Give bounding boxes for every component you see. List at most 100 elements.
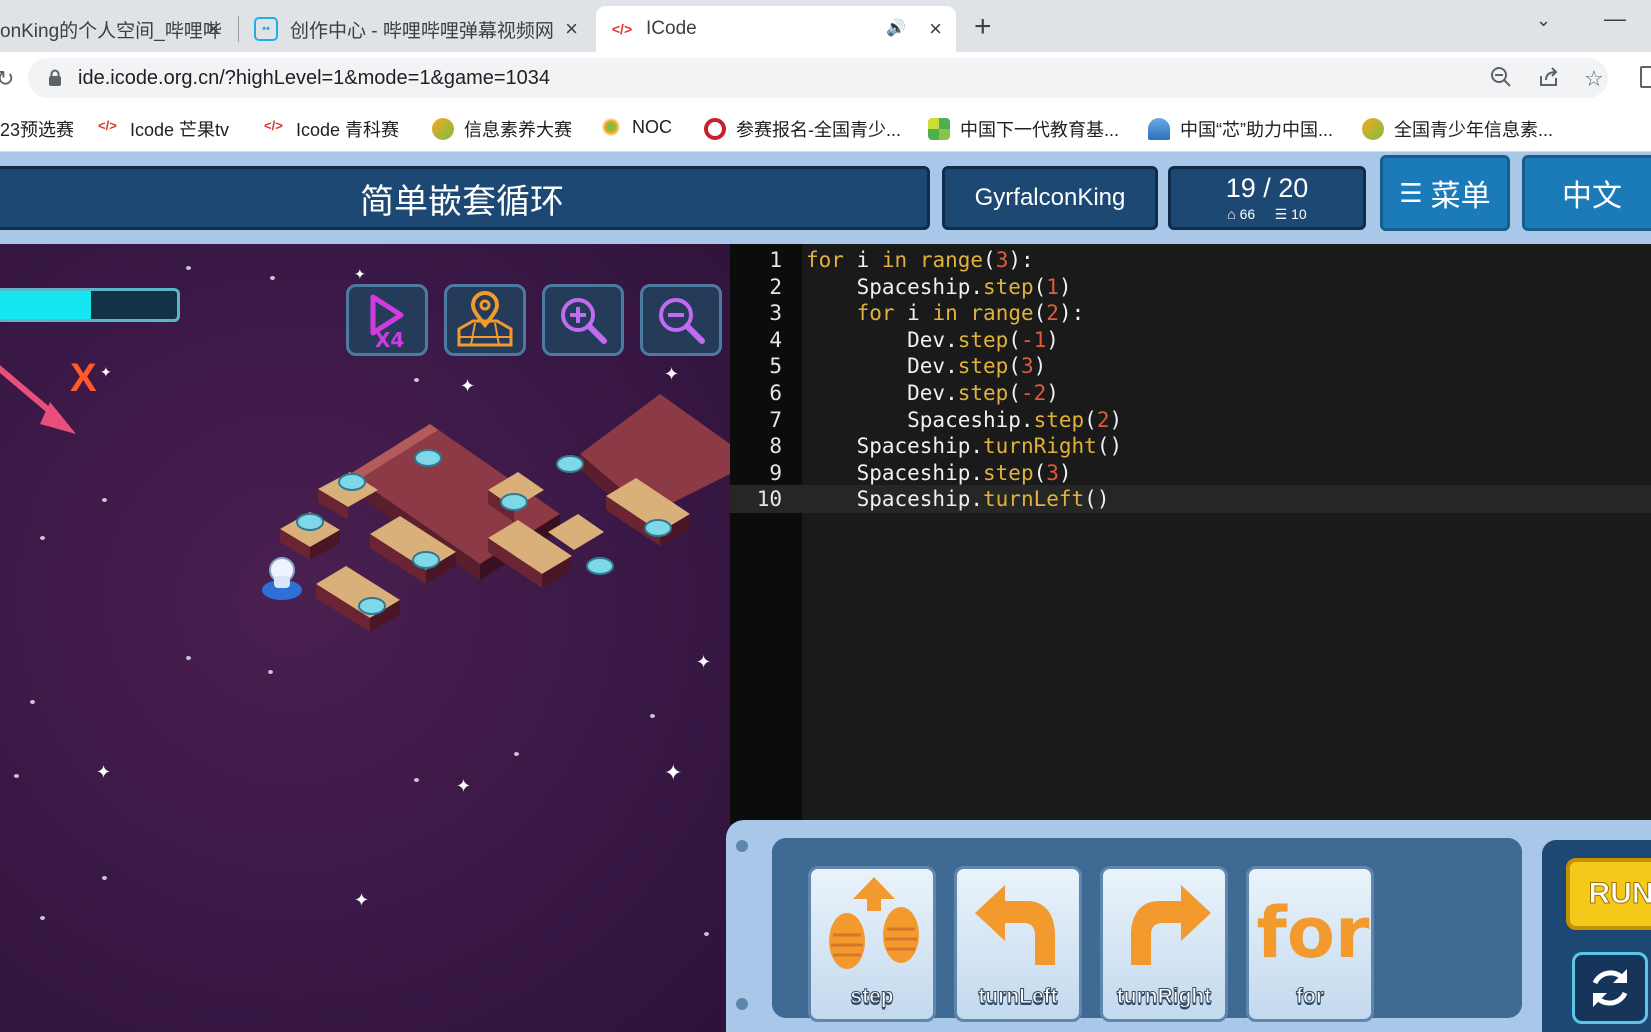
code-line[interactable]: 9 Spaceship.step(3)	[730, 459, 1651, 487]
line-number: 6	[769, 381, 782, 405]
code-text[interactable]: Spaceship.step(1)	[806, 273, 1072, 301]
lock-icon	[49, 69, 61, 86]
star-dot	[514, 752, 519, 756]
code-text[interactable]: Spaceship.step(2)	[806, 406, 1122, 434]
line-number: 8	[769, 434, 782, 459]
code-text[interactable]: Spaceship.turnRight()	[806, 432, 1123, 460]
level-progress-panel[interactable]: 19 / 20 ⌂ 66 ☰ 10	[1168, 166, 1366, 230]
line-number: 1	[769, 248, 782, 272]
turn-right-icon	[1131, 885, 1211, 965]
run-controls: RUN	[1542, 840, 1651, 1032]
star: ✦	[354, 890, 370, 910]
bookmark-label: 信息素养大赛	[464, 120, 572, 140]
code-line[interactable]: 8 Spaceship.turnRight()	[730, 432, 1651, 460]
target-x-marker: X	[70, 356, 97, 400]
bookmark-item[interactable]: NOC	[600, 116, 672, 138]
close-icon[interactable]: ×	[207, 16, 220, 42]
code-line[interactable]: 4 Dev.step(-1)	[730, 326, 1651, 354]
bookmark-label: 中国“芯”助力中国...	[1180, 120, 1333, 140]
line-number: 9	[769, 460, 782, 485]
bookmark-item[interactable]: 23预选赛	[0, 116, 74, 142]
code-line[interactable]: 1 for i in range(3):	[730, 246, 1651, 274]
url-text[interactable]: ide.icode.org.cn/?highLevel=1&mode=1&gam…	[78, 67, 550, 90]
code-line[interactable]: 2 Spaceship.step(1)	[730, 273, 1651, 301]
code-text[interactable]: Dev.step(3)	[806, 352, 1046, 380]
code-line[interactable]: 6 Dev.step(-2)	[730, 379, 1651, 407]
browser-tab-space[interactable]: onKing的个人空间_哔哩哔 ×	[0, 6, 234, 52]
star-dot	[40, 536, 45, 540]
star: ✦	[354, 266, 366, 282]
code-editor[interactable]: 1 for i in range(3): 2 Spaceship.step(1) 3 …	[730, 244, 1651, 824]
level-progress: 19 / 20	[1225, 173, 1309, 203]
lines-stat-icon: ☰	[1274, 206, 1288, 222]
code-text[interactable]: Spaceship.turnLeft()	[806, 485, 1110, 513]
user-panel[interactable]: GyrfalconKing	[942, 166, 1158, 230]
code-line[interactable]: 3 for i in range(2):	[730, 299, 1651, 327]
bookmark-star-icon[interactable]: ☆	[1584, 66, 1604, 92]
reload-icon[interactable]: ↻	[0, 66, 14, 92]
bookmark-item[interactable]: </> Icode 芒果tv	[98, 116, 229, 142]
tab-title: onKing的个人空间_哔哩哔	[0, 20, 222, 42]
star-dot	[102, 876, 107, 880]
omnibox[interactable]: ide.icode.org.cn/?highLevel=1&mode=1&gam…	[28, 58, 1608, 98]
game-header: 简单嵌套循环 GyrfalconKing 19 / 20 ⌂ 66 ☰ 10 ☰…	[0, 152, 1651, 244]
bookmark-item[interactable]: 参赛报名-全国青少...	[704, 116, 901, 142]
game-canvas[interactable]: ✦ ✦ ✦ ✦ ✦ ✦ ✦ ✦ ✦ X4 X	[0, 244, 730, 1032]
close-icon[interactable]: ×	[565, 16, 578, 42]
bookmark-item[interactable]: 全国青少年信息素...	[1362, 116, 1553, 142]
list-icon: ☰	[1399, 177, 1423, 208]
code-text[interactable]: Dev.step(-1)	[806, 326, 1059, 354]
minimize-icon[interactable]: —	[1604, 6, 1626, 32]
zoom-in-button[interactable]	[542, 284, 624, 356]
grid-logo-icon	[928, 118, 950, 140]
code-text[interactable]: for i in range(3):	[806, 246, 1034, 274]
level-title: 简单嵌套循环	[360, 181, 564, 222]
menu-label: 菜单	[1430, 179, 1491, 214]
browser-tab-creator[interactable]: •• 创作中心 - 哔哩哔哩弹幕视频网 ×	[240, 6, 592, 52]
line-number: 7	[769, 407, 782, 432]
zoom-icon[interactable]	[1490, 66, 1512, 94]
close-icon[interactable]: ×	[929, 16, 942, 42]
reset-button[interactable]	[1572, 952, 1648, 1024]
star: ✦	[456, 776, 472, 796]
star-dot	[14, 774, 19, 778]
block-for[interactable]: for for	[1246, 866, 1374, 1022]
block-turn-right[interactable]: turnRight	[1100, 866, 1228, 1022]
run-button[interactable]: RUN	[1566, 858, 1651, 930]
code-line[interactable]: 7 Spaceship.step(2)	[730, 406, 1651, 434]
code-line[interactable]: 5 Dev.step(3)	[730, 352, 1651, 380]
energy-stat-icon: ⌂	[1227, 206, 1236, 222]
share-icon[interactable]	[1538, 66, 1560, 94]
icode-logo-icon: </>	[611, 21, 633, 37]
tab-title: 创作中心 - 哔哩哔哩弹幕视频网	[290, 20, 554, 42]
lines-stat: 10	[1291, 206, 1307, 222]
code-text[interactable]: Dev.step(-2)	[806, 379, 1059, 407]
block-turn-left[interactable]: turnLeft	[954, 866, 1082, 1022]
bookmark-item[interactable]: 信息素养大赛	[432, 116, 572, 142]
bookmark-label: 全国青少年信息素...	[1394, 120, 1554, 140]
svg-text:X4: X4	[375, 328, 404, 349]
menu-button[interactable]: ☰ 菜单	[1380, 155, 1510, 231]
browser-tab-icode[interactable]: </> ICode 🔊 ×	[596, 6, 956, 52]
zoom-out-button[interactable]	[640, 284, 722, 356]
code-text[interactable]: for i in range(2):	[806, 299, 1085, 327]
speed-x4-button[interactable]: X4	[346, 284, 428, 356]
block-step[interactable]: step	[808, 866, 936, 1022]
language-button[interactable]: 中文	[1522, 155, 1651, 231]
code-line[interactable]: 10 Spaceship.turnLeft()	[730, 485, 1651, 514]
map-view-button[interactable]	[444, 284, 526, 356]
energy-bar-fill	[0, 291, 91, 319]
star-dot	[186, 656, 191, 660]
command-blocks-bar: step turnLeft turnRight for for RUN	[726, 820, 1651, 1032]
speaker-icon[interactable]: 🔊	[886, 18, 906, 38]
bookmark-label: Icode 芒果tv	[130, 120, 230, 140]
tab-search-chevron-icon[interactable]: ⌄	[1536, 10, 1551, 31]
bookmark-label: 参赛报名-全国青少...	[736, 120, 901, 140]
bookmark-item[interactable]: </> Icode 青科赛	[264, 116, 399, 142]
block-label: turnRight	[1116, 985, 1212, 1009]
code-text[interactable]: Spaceship.step(3)	[806, 459, 1072, 487]
bookmark-item[interactable]: 中国“芯”助力中国...	[1148, 116, 1333, 142]
bookmark-item[interactable]: 中国下一代教育基...	[928, 116, 1119, 142]
side-panel-icon[interactable]	[1640, 66, 1651, 88]
new-tab-icon[interactable]: +	[974, 10, 992, 44]
